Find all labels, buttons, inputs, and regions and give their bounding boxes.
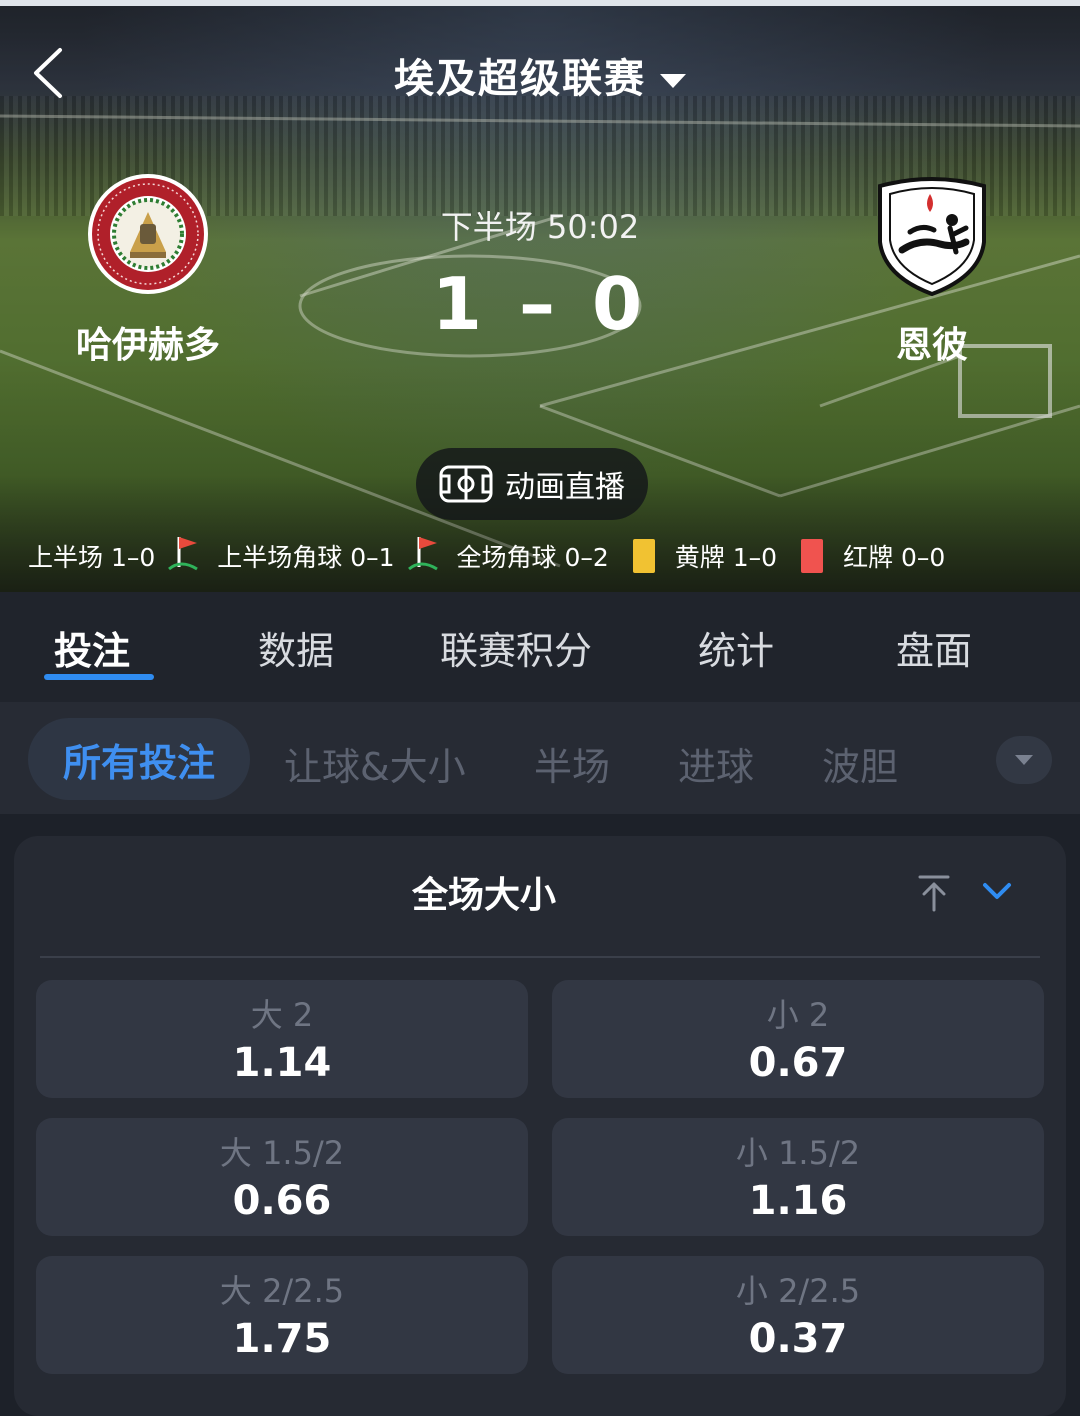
odds-under-2[interactable]: 小 2 0.67 bbox=[552, 980, 1044, 1098]
subtab-all-bets[interactable]: 所有投注 bbox=[28, 718, 250, 800]
collapse-chevron-icon[interactable] bbox=[980, 876, 1014, 906]
odds-over-2[interactable]: 大 2 1.14 bbox=[36, 980, 528, 1098]
stat-first-half: 上半场 1–0 bbox=[28, 543, 156, 572]
live-animation-button[interactable]: 动画直播 bbox=[416, 448, 648, 520]
more-categories-button[interactable] bbox=[996, 736, 1052, 784]
active-tab-indicator bbox=[44, 674, 154, 680]
odds-value: 1.75 bbox=[232, 1316, 332, 1362]
yellow-card-icon bbox=[632, 539, 655, 573]
market-title: 全场大小 bbox=[411, 875, 556, 916]
odds-line: 小 2 bbox=[766, 996, 830, 1034]
bet-category-tabs: 所有投注 让球&大小 半场 进球 波胆 bbox=[0, 702, 1080, 814]
market-card: 全场大小 大 2 1.14 小 2 0.67 大 1.5/2 0.66 小 1.… bbox=[14, 836, 1066, 1416]
home-team[interactable]: 哈伊赫多 bbox=[28, 172, 268, 368]
odds-line: 小 1.5/2 bbox=[735, 1134, 861, 1172]
stat-full-corners: 全场角球 0–2 bbox=[456, 543, 609, 572]
stat-first-half-corners: 上半场角球 0–1 bbox=[217, 543, 395, 572]
odds-value: 0.66 bbox=[232, 1178, 332, 1224]
stat-red-cards: 红牌 0–0 bbox=[843, 543, 946, 572]
subtab-half[interactable]: 半场 bbox=[534, 736, 610, 791]
odds-value: 0.67 bbox=[748, 1040, 848, 1086]
odds-over-1.5-2[interactable]: 大 1.5/2 0.66 bbox=[36, 1118, 528, 1236]
league-selector[interactable]: 埃及超级联赛 bbox=[0, 46, 1080, 104]
home-team-name: 哈伊赫多 bbox=[75, 325, 220, 366]
corner-flag-icon bbox=[167, 533, 207, 579]
league-title: 埃及超级联赛 bbox=[394, 56, 646, 102]
odds-line: 大 2 bbox=[250, 996, 314, 1034]
match-hero: 埃及超级联赛 哈伊赫多 恩彼 下半场 50:02 1 – 0 动画直播 上半场 … bbox=[0, 6, 1080, 592]
card-divider bbox=[40, 956, 1040, 958]
live-animation-label: 动画直播 bbox=[505, 470, 625, 505]
red-card-icon bbox=[801, 539, 824, 573]
match-score: 1 – 0 bbox=[431, 262, 649, 346]
main-tabs: 投注 数据 联赛积分 统计 盘面 bbox=[0, 592, 1080, 702]
away-team-name: 恩彼 bbox=[895, 325, 968, 366]
odds-line: 大 1.5/2 bbox=[219, 1134, 345, 1172]
tab-standings[interactable]: 联赛积分 bbox=[440, 620, 592, 675]
tab-statistics[interactable]: 统计 bbox=[698, 620, 774, 675]
tab-board[interactable]: 盘面 bbox=[896, 620, 972, 675]
pin-to-top-icon[interactable] bbox=[916, 874, 952, 912]
home-team-logo bbox=[86, 172, 210, 296]
odds-line: 小 2/2.5 bbox=[735, 1272, 861, 1310]
stat-yellow-cards: 黄牌 1–0 bbox=[674, 543, 778, 572]
odds-over-2-2.5[interactable]: 大 2/2.5 1.75 bbox=[36, 1256, 528, 1374]
odds-under-1.5-2[interactable]: 小 1.5/2 1.16 bbox=[552, 1118, 1044, 1236]
away-team-logo bbox=[870, 172, 994, 297]
match-stats-bar: 上半场 1–0 上半场角球 0–1 全场角球 0–2 黄牌 1–0 红牌 0–0 bbox=[28, 534, 1068, 578]
pitch-icon bbox=[439, 465, 493, 503]
caret-down-icon bbox=[1015, 755, 1033, 765]
subtab-handicap-ou[interactable]: 让球&大小 bbox=[284, 736, 466, 791]
caret-down-icon bbox=[660, 74, 686, 88]
match-clock: 下半场 50:02 bbox=[440, 208, 640, 246]
odds-line: 大 2/2.5 bbox=[219, 1272, 345, 1310]
tab-data[interactable]: 数据 bbox=[258, 620, 334, 675]
away-team[interactable]: 恩彼 bbox=[812, 172, 1052, 368]
odds-under-2-2.5[interactable]: 小 2/2.5 0.37 bbox=[552, 1256, 1044, 1374]
subtab-correct-score[interactable]: 波胆 bbox=[822, 736, 898, 791]
odds-value: 0.37 bbox=[748, 1316, 848, 1362]
tab-bets[interactable]: 投注 bbox=[54, 620, 130, 675]
subtab-goals[interactable]: 进球 bbox=[678, 736, 754, 791]
odds-value: 1.16 bbox=[748, 1178, 848, 1224]
corner-flag-icon bbox=[407, 533, 447, 579]
odds-value: 1.14 bbox=[232, 1040, 332, 1086]
